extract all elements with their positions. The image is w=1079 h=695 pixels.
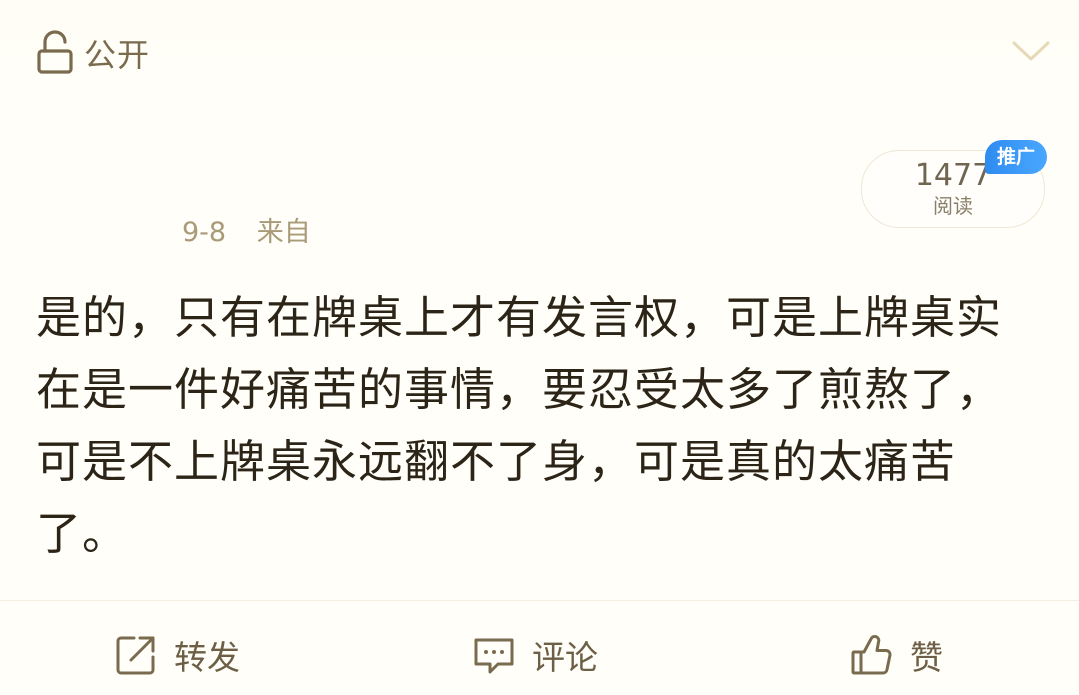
- like-button[interactable]: 赞: [850, 631, 943, 679]
- comment-label: 评论: [532, 638, 598, 677]
- comment-icon: [474, 638, 514, 674]
- chevron-down-icon[interactable]: [1011, 32, 1051, 72]
- read-count-label: 阅读: [933, 194, 973, 218]
- post-detail-screen: 公开 9-8 来自 1477 阅读 推广 是的，只有在牌桌上才有发言权，可是上牌…: [0, 0, 1079, 695]
- avatar[interactable]: [38, 148, 98, 208]
- post-text: 是的，只有在牌桌上才有发言权，可是上牌桌实在是一件好痛苦的事情，要忍受太多了煎熬…: [36, 291, 1003, 560]
- promote-button[interactable]: 推广: [985, 140, 1047, 174]
- visibility-label: 公开: [84, 36, 151, 74]
- thumbs-up-icon: [851, 634, 892, 675]
- post-meta: 9-8 来自: [182, 210, 311, 249]
- visibility-selector[interactable]: 公开: [36, 28, 150, 78]
- comment-button[interactable]: 评论: [472, 631, 598, 679]
- lock-icon: [37, 30, 73, 74]
- post-header: 公开: [0, 0, 1079, 100]
- share-icon: [116, 636, 155, 675]
- post-date: 9-8: [182, 217, 227, 248]
- action-bar: 转发 评论 赞: [0, 600, 1079, 695]
- forward-label: 转发: [174, 638, 240, 677]
- post-source: 来自: [256, 217, 311, 248]
- like-label: 赞: [910, 638, 943, 677]
- forward-button[interactable]: 转发: [114, 631, 240, 679]
